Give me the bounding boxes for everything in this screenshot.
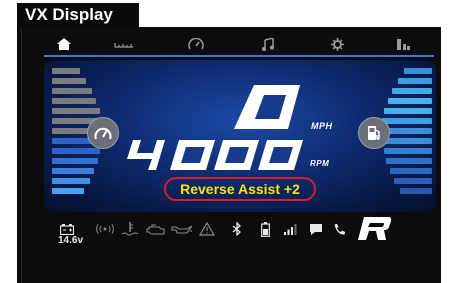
trim-icon (397, 38, 410, 50)
nav-music[interactable] (238, 30, 298, 58)
nav-ruler[interactable] (94, 30, 154, 58)
fuel-button[interactable] (358, 117, 390, 149)
left-bar (52, 188, 84, 194)
right-bar (398, 78, 432, 84)
right-bar (382, 138, 432, 144)
engine-indicator (144, 214, 168, 244)
right-bar (382, 118, 432, 124)
right-bar (404, 68, 432, 74)
oil-indicator (170, 214, 194, 244)
engine-icon (146, 223, 165, 235)
status-bar: R (24, 214, 436, 246)
nav-speedometer[interactable] (166, 30, 226, 58)
right-bar (392, 88, 432, 94)
home-icon (57, 38, 71, 50)
display-title: VX Display (17, 3, 139, 27)
right-bar (388, 98, 432, 104)
cell-signal-icon (284, 224, 297, 235)
phone-indicator[interactable] (329, 214, 349, 244)
left-bar (52, 178, 90, 184)
voltage-readout: 14.6v (58, 235, 84, 246)
phone-icon (334, 223, 345, 235)
gauge-button[interactable] (87, 117, 119, 149)
rpm-value: 4000 (125, 140, 307, 170)
frame-edge (21, 27, 22, 283)
nav-home[interactable] (34, 30, 94, 58)
top-nav (24, 30, 437, 58)
cell-signal-indicator (282, 214, 300, 244)
left-bar (52, 158, 98, 164)
phone-battery-icon (260, 221, 270, 237)
left-bar (52, 98, 96, 104)
music-icon (262, 37, 274, 51)
bottom-panel (22, 248, 440, 283)
battery-icon (60, 223, 74, 235)
message-icon (310, 223, 322, 235)
gauge-icon (94, 127, 112, 140)
gear-letter-r (358, 217, 392, 240)
nav-settings[interactable] (307, 30, 367, 58)
left-bar (52, 88, 92, 94)
rpm-unit: RPM (310, 159, 330, 168)
gear-icon (330, 37, 344, 51)
signal-icon (96, 224, 114, 234)
left-bar (52, 68, 80, 74)
warning-icon (199, 222, 215, 236)
nav-active-indicator (44, 55, 434, 57)
left-bar (52, 148, 100, 154)
phone-battery-indicator (257, 214, 273, 244)
right-bar (386, 158, 432, 164)
right-bar (384, 108, 432, 114)
left-bar (52, 108, 100, 114)
left-bar (52, 78, 86, 84)
nav-trim[interactable] (374, 30, 434, 58)
speedometer-icon (188, 38, 204, 50)
right-bar (390, 168, 432, 174)
fuel-icon (368, 126, 380, 140)
bluetooth-indicator (229, 214, 245, 244)
ruler-icon (114, 43, 133, 48)
reverse-assist-label: Reverse Assist +2 (180, 181, 300, 197)
speed-unit: MPH (311, 121, 333, 131)
right-bar (400, 188, 432, 194)
temperature-indicator (119, 214, 141, 244)
right-bar (384, 148, 432, 154)
signal-indicator (94, 214, 116, 244)
bluetooth-icon (232, 222, 241, 236)
message-indicator[interactable] (306, 214, 326, 244)
temperature-icon (121, 222, 139, 236)
warning-indicator (196, 214, 218, 244)
left-bar (52, 168, 94, 174)
reverse-assist-indicator[interactable]: Reverse Assist +2 (164, 177, 316, 201)
right-bar (394, 178, 432, 184)
speed-value: 0 (232, 83, 302, 131)
gear-indicator: R (354, 214, 394, 244)
oil-icon (171, 225, 193, 234)
